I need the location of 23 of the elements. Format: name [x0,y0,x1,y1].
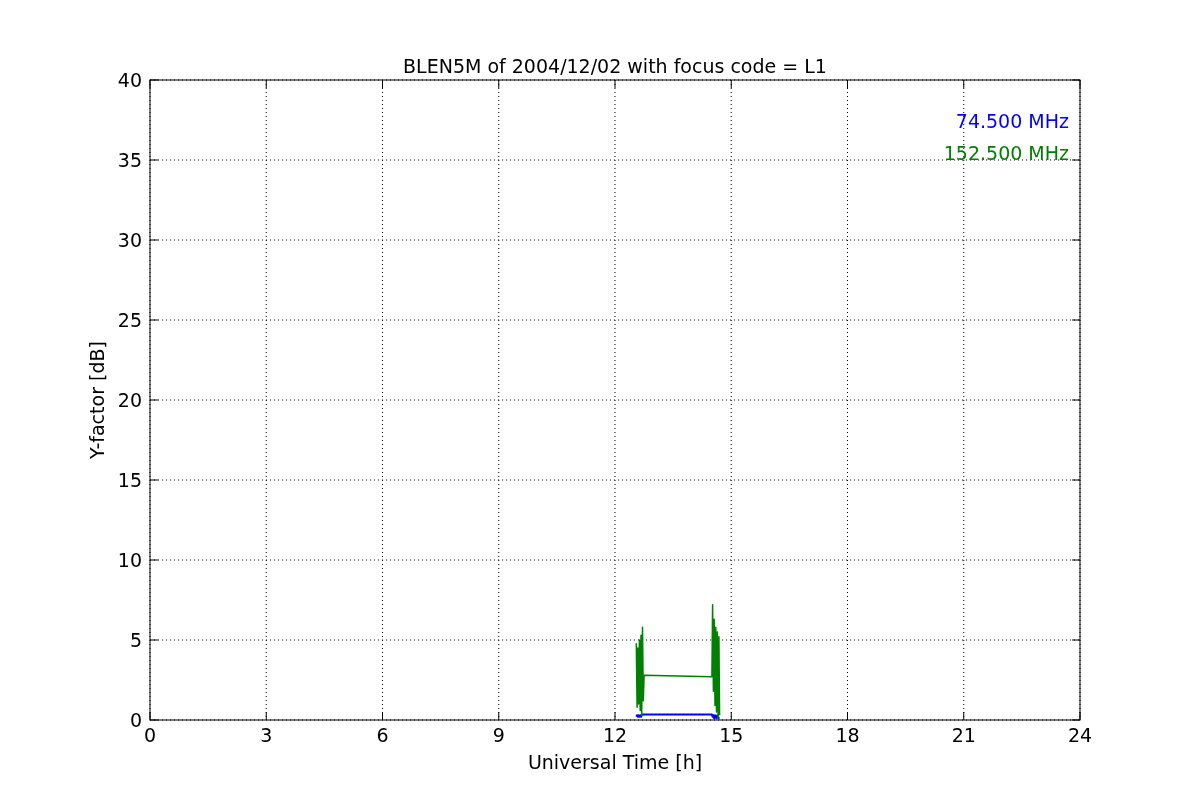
y-axis-label: Y-factor [dB] [86,341,108,459]
x-tick-label: 0 [143,724,157,746]
y-tick-label: 35 [117,149,142,171]
x-tick-label: 3 [260,724,273,746]
y-tick-label: 0 [129,709,142,731]
y-tick-label: 25 [117,309,142,331]
x-tick-label: 24 [1067,724,1093,746]
y-tick-label: 15 [117,469,142,491]
x-tick-label: 18 [835,724,860,746]
legend-label: 74.500 MHz [955,110,1069,132]
x-tick-label: 12 [602,724,628,746]
y-tick-label: 5 [129,629,142,651]
y-tick-label: 10 [117,549,142,571]
legend-label: 152.500 MHz [943,142,1069,164]
y-tick-label: 20 [117,389,142,411]
y-tick-label: 30 [117,229,142,251]
x-tick-label: 6 [376,724,389,746]
chart-title: BLEN5M of 2004/12/02 with focus code = L1 [403,55,827,77]
x-tick-label: 15 [719,724,744,746]
x-tick-label: 21 [951,724,976,746]
x-axis-label: Universal Time [h] [527,751,703,773]
x-tick-label: 9 [492,724,505,746]
y-tick-label: 40 [117,69,142,91]
